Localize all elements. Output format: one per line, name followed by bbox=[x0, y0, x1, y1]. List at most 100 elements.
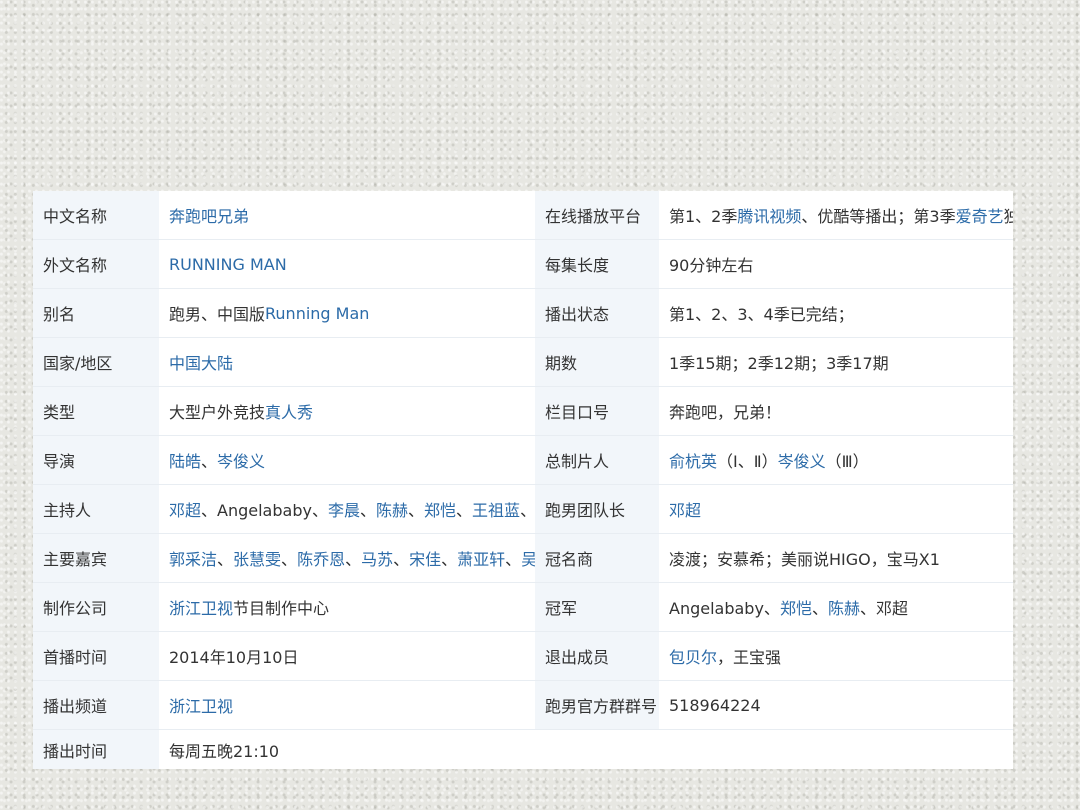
field-value: 2014年10月10日 bbox=[159, 632, 535, 680]
value-link[interactable]: 郑恺 bbox=[424, 497, 456, 521]
field-value: 奔跑吧，兄弟！ bbox=[659, 387, 1013, 435]
value-link[interactable]: 宋佳 bbox=[409, 546, 441, 570]
field-label: 冠军 bbox=[535, 583, 659, 631]
value-text: 节目制作中心 bbox=[233, 599, 330, 618]
value-link[interactable]: 中国大陆 bbox=[169, 350, 233, 374]
value-link[interactable]: RUNNING MAN bbox=[169, 255, 287, 274]
value-link[interactable]: 张慧雯 bbox=[233, 546, 281, 570]
field-value: 1季15期；2季12期；3季17期 bbox=[659, 338, 1013, 386]
value-link[interactable]: 吴… bbox=[521, 546, 535, 570]
value-text: （Ⅰ、Ⅱ） bbox=[717, 452, 778, 471]
value-link[interactable]: Running Man bbox=[265, 304, 369, 323]
value-text: 、 bbox=[811, 599, 828, 618]
field-label: 国家/地区 bbox=[33, 338, 159, 386]
field-label: 外文名称 bbox=[33, 240, 159, 288]
table-row: 播出时间 每周五晚21:10 bbox=[33, 730, 1013, 769]
field-label: 别名 bbox=[33, 289, 159, 337]
field-value: 第1、2、3、4季已完结； bbox=[659, 289, 1013, 337]
field-label: 每集长度 bbox=[535, 240, 659, 288]
field-value: 518964224 bbox=[659, 681, 1013, 729]
value-text: 第1、2、3、4季已完结； bbox=[669, 305, 854, 324]
field-value: Angelababy、 郑恺、陈赫 、邓超 bbox=[659, 583, 1013, 631]
info-table: 中文名称奔跑吧兄弟 在线播放平台第1、2季腾讯视频、优酷等播出；第3季爱奇艺独播；… bbox=[33, 191, 1013, 769]
value-link[interactable]: 真人秀 bbox=[265, 399, 313, 423]
value-link[interactable]: 王祖蓝 bbox=[472, 497, 520, 521]
field-label: 主持人 bbox=[33, 485, 159, 533]
value-link[interactable]: 浙江卫视 bbox=[169, 693, 233, 717]
table-row: 别名 跑男、中国版 Running Man 播出状态 第1、2、3、4季已完结； bbox=[33, 289, 1013, 338]
field-value: 中国大陆 bbox=[159, 338, 535, 386]
value-text: 独播； bbox=[1003, 207, 1013, 226]
field-value: 俞杭英 （Ⅰ、Ⅱ） 岑俊义 （Ⅲ） bbox=[659, 436, 1013, 484]
field-value: RUNNING MAN bbox=[159, 240, 535, 288]
value-link[interactable]: 邓超 bbox=[669, 497, 701, 521]
value-link[interactable]: 陈赫 bbox=[376, 497, 408, 521]
value-text: 518964224 bbox=[669, 695, 761, 715]
field-value: 90分钟左右 bbox=[659, 240, 1013, 288]
value-link[interactable]: 陈乔恩 bbox=[297, 546, 345, 570]
field-label: 制作公司 bbox=[33, 583, 159, 631]
field-label: 跑男官方群群号 bbox=[535, 681, 659, 729]
field-value: 浙江卫视 bbox=[159, 681, 535, 729]
value-link[interactable]: 俞杭英 bbox=[669, 448, 717, 472]
value-link[interactable]: 邓超 bbox=[169, 497, 201, 521]
table-row: 类型 大型户外竞技 真人秀 栏目口号 奔跑吧，兄弟！ bbox=[33, 387, 1013, 436]
field-value: 跑男、中国版 Running Man bbox=[159, 289, 535, 337]
value-link[interactable]: 浙江卫视 bbox=[169, 595, 233, 619]
value-link[interactable]: 萧亚轩 bbox=[457, 546, 505, 570]
table-row: 播出频道 浙江卫视 跑男官方群群号 518964224 bbox=[33, 681, 1013, 730]
field-value: 第1、2季腾讯视频、优酷等播出；第3季爱奇艺独播； bbox=[659, 191, 1013, 239]
value-text: （Ⅲ） bbox=[825, 452, 869, 471]
table-row: 主要嘉宾郭采洁、张慧雯、陈乔恩、马苏、宋佳、萧亚轩、吴…冠名商凌渡；安慕希；美丽… bbox=[33, 534, 1013, 583]
value-link[interactable]: 陈赫 bbox=[828, 595, 860, 619]
field-label: 主要嘉宾 bbox=[33, 534, 159, 582]
value-text: 、 bbox=[505, 550, 522, 569]
field-label: 栏目口号 bbox=[535, 387, 659, 435]
value-link[interactable]: 马苏 bbox=[361, 546, 393, 570]
value-text: 、 bbox=[359, 501, 376, 520]
field-value: 凌渡；安慕希；美丽说HIGO，宝马X1 bbox=[659, 534, 1013, 582]
field-label: 播出状态 bbox=[535, 289, 659, 337]
value-text: ，王宝强 bbox=[717, 648, 782, 667]
value-text: 、 bbox=[408, 501, 425, 520]
value-text: 、 bbox=[345, 550, 362, 569]
table-row: 中文名称奔跑吧兄弟 在线播放平台第1、2季腾讯视频、优酷等播出；第3季爱奇艺独播； bbox=[33, 191, 1013, 240]
field-value: 包贝尔 ，王宝强 bbox=[659, 632, 1013, 680]
field-value: 奔跑吧兄弟 bbox=[159, 191, 535, 239]
value-text: 第1、2季 bbox=[669, 207, 738, 226]
table-row: 制作公司 浙江卫视 节目制作中心 冠军 Angelababy、 郑恺、陈赫 、邓超 bbox=[33, 583, 1013, 632]
value-link[interactable]: 奔跑吧兄弟 bbox=[169, 203, 249, 227]
value-text: 、Angelababy、 bbox=[201, 501, 328, 520]
value-text: 、 bbox=[201, 452, 218, 471]
field-label: 在线播放平台 bbox=[535, 191, 659, 239]
value-link[interactable]: 包贝尔 bbox=[669, 644, 717, 668]
value-text: 、邓超 bbox=[859, 599, 908, 618]
field-value: 浙江卫视 节目制作中心 bbox=[159, 583, 535, 631]
field-label: 中文名称 bbox=[33, 191, 159, 239]
value-text: 、 bbox=[456, 501, 473, 520]
value-text: 凌渡；安慕希；美丽说HIGO，宝马X1 bbox=[669, 550, 940, 569]
field-label: 退出成员 bbox=[535, 632, 659, 680]
field-label: 总制片人 bbox=[535, 436, 659, 484]
value-link[interactable]: 郭采洁 bbox=[169, 546, 217, 570]
value-text: 、 bbox=[281, 550, 298, 569]
value-text: 90分钟左右 bbox=[669, 256, 754, 275]
value-link[interactable]: 爱奇艺 bbox=[956, 203, 1004, 227]
value-text: 2014年10月10日 bbox=[169, 648, 299, 667]
value-text: 每周五晚21:10 bbox=[169, 742, 280, 761]
field-label: 冠名商 bbox=[535, 534, 659, 582]
value-link[interactable]: 李晨 bbox=[328, 497, 360, 521]
value-link[interactable]: 岑俊义 bbox=[217, 448, 265, 472]
value-text: 奔跑吧，兄弟！ bbox=[669, 403, 782, 422]
field-value: 邓超、Angelababy、李晨、陈赫、郑恺、王祖蓝、鹿晗 bbox=[159, 485, 535, 533]
value-text: 、 bbox=[217, 550, 234, 569]
value-link[interactable]: 郑恺 bbox=[780, 595, 812, 619]
value-link[interactable]: 腾讯视频 bbox=[737, 203, 801, 227]
value-link[interactable]: 陆皓 bbox=[169, 448, 201, 472]
value-link[interactable]: 岑俊义 bbox=[778, 448, 826, 472]
value-text: 大型户外竞技 bbox=[169, 403, 266, 422]
field-value: 邓超 bbox=[659, 485, 1013, 533]
field-value: 大型户外竞技 真人秀 bbox=[159, 387, 535, 435]
field-label: 导演 bbox=[33, 436, 159, 484]
value-text: 1季15期；2季12期；3季17期 bbox=[669, 354, 889, 373]
